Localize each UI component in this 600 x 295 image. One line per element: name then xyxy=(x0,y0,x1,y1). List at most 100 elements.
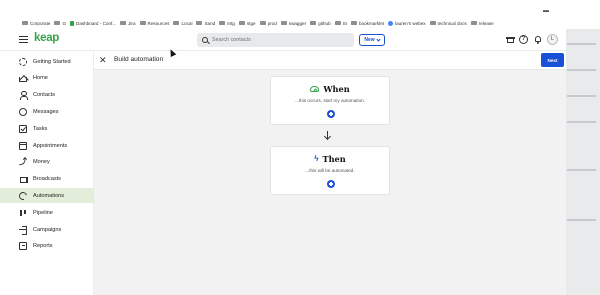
bookmark-label: stge xyxy=(246,20,256,26)
lightning-icon: ϟ xyxy=(314,154,319,163)
money-icon: ⤴ xyxy=(19,157,27,167)
bookmark-item[interactable]: lauren's webex xyxy=(388,20,426,26)
sidebar-item-label: Broadcasts xyxy=(33,176,61,183)
sidebar-item-label: Automations xyxy=(33,192,65,199)
sidebar-item-pipeline[interactable]: Pipeline xyxy=(0,205,94,220)
sidebar-item-reports[interactable]: Reports xyxy=(0,239,94,254)
chevron-down-icon xyxy=(376,36,381,42)
folder-icon xyxy=(54,20,61,26)
sidebar-item-automations[interactable]: Automations xyxy=(0,188,94,204)
sidebar-item-label: Home xyxy=(33,75,48,82)
add-action-button[interactable] xyxy=(327,180,335,188)
sun-icon xyxy=(19,57,27,66)
then-subtitle: ...this will be automated. xyxy=(305,168,355,173)
search-bar[interactable] xyxy=(197,33,354,47)
keap-favicon xyxy=(70,20,75,26)
bookmark-item[interactable]: release xyxy=(470,20,494,26)
sidebar-item-messages[interactable]: Messages xyxy=(0,104,94,119)
sidebar-item-appointments[interactable]: Appointments xyxy=(0,138,94,153)
home-icon xyxy=(19,77,27,83)
folder-icon xyxy=(429,20,436,26)
bookmark-item[interactable]: technical docs xyxy=(429,20,467,26)
bookmark-item[interactable]: Resources xyxy=(139,20,169,26)
bookmark-label: Dashboard - Conf... xyxy=(76,20,117,26)
person-icon xyxy=(19,91,29,101)
bookmark-label: G xyxy=(62,20,67,26)
bookmark-item[interactable]: swagger xyxy=(280,20,307,26)
sidebar-item-contacts[interactable]: Contacts xyxy=(0,88,94,103)
bookmark-item[interactable]: Sand xyxy=(196,21,215,26)
when-trigger-card[interactable]: When ...this occurs, start my automation… xyxy=(270,76,390,125)
bookmark-item[interactable]: Intg xyxy=(219,21,235,26)
folder-icon xyxy=(219,20,226,26)
folder-icon xyxy=(259,20,266,26)
keap-logo[interactable]: keap xyxy=(34,32,59,44)
sidebar-item-label: Money xyxy=(33,159,50,166)
gift-icon[interactable] xyxy=(506,35,515,44)
new-button[interactable]: New xyxy=(359,34,385,46)
folder-icon xyxy=(196,20,203,26)
sidebar-item-home[interactable]: Home xyxy=(0,71,94,86)
bookmark-label: Jira xyxy=(128,20,136,26)
automation-icon xyxy=(17,190,29,202)
bookmark-item[interactable]: Local xyxy=(173,21,192,26)
bookmark-item[interactable]: github xyxy=(310,21,331,26)
folder-icon xyxy=(139,20,146,26)
sidebar-item-broadcasts[interactable]: Broadcasts xyxy=(0,172,94,187)
bookmark-item[interactable]: prod xyxy=(259,20,277,26)
then-title: Then xyxy=(322,154,346,164)
avatar[interactable]: L xyxy=(547,34,558,45)
bookmark-label: github xyxy=(318,20,331,26)
browser-menu-icon[interactable]: ▬ xyxy=(543,8,549,14)
bookmark-item[interactable]: Dashboard - Conf... xyxy=(70,20,117,26)
adjacent-window-strip xyxy=(566,29,600,295)
folder-icon xyxy=(22,20,28,26)
sidebar-item-campaigns[interactable]: Campaigns xyxy=(0,222,94,237)
hamburger-menu-icon[interactable] xyxy=(19,36,28,44)
folder-icon xyxy=(334,20,341,26)
search-icon xyxy=(202,37,208,43)
app-header: keap New ? L xyxy=(0,29,566,51)
pipeline-icon xyxy=(19,209,27,217)
sidebar-item-getting-started[interactable]: Getting Started xyxy=(0,54,94,69)
bookmark-item[interactable]: bookmarklet xyxy=(351,21,384,26)
builder-toolbar: ✕ Build automation Next xyxy=(94,51,566,70)
bookmark-label: swagger xyxy=(288,20,307,26)
sidebar: Getting Started Home Contacts Messages Tasks… xyxy=(0,51,94,295)
checkbox-icon xyxy=(19,124,27,133)
next-button[interactable]: Next xyxy=(541,53,564,67)
bookmark-item[interactable]: Jira xyxy=(120,20,136,26)
bookmark-item[interactable]: G xyxy=(54,21,66,26)
sidebar-item-label: Pipeline xyxy=(33,209,53,216)
bookmarks-bar: Corporate G Dashboard - Conf... Jira Resourc… xyxy=(0,17,566,29)
automation-builder: ✕ Build automation Next When ...this occ… xyxy=(94,51,566,295)
bookmark-item[interactable]: SI xyxy=(334,20,347,26)
bookmark-label: bookmarklet xyxy=(359,20,385,26)
close-icon[interactable]: ✕ xyxy=(99,55,107,65)
search-input[interactable] xyxy=(212,37,332,43)
bookmark-label: Sand xyxy=(204,20,216,26)
bookmark-label: release xyxy=(478,20,494,26)
sidebar-item-tasks[interactable]: Tasks xyxy=(0,121,94,136)
when-subtitle: ...this occurs, start my automation. xyxy=(295,98,365,103)
bookmark-label: technical docs xyxy=(437,20,467,26)
arrow-down-icon xyxy=(327,131,328,139)
report-icon xyxy=(19,242,27,251)
when-title: When xyxy=(323,84,350,94)
folder-icon xyxy=(310,20,317,26)
bookmark-item[interactable]: Corporate xyxy=(22,21,50,26)
help-icon[interactable]: ? xyxy=(519,35,528,44)
sidebar-item-label: Reports xyxy=(33,243,53,250)
add-trigger-button[interactable] xyxy=(327,110,335,118)
sidebar-item-label: Messages xyxy=(33,108,59,115)
sidebar-item-money[interactable]: ⤴ Money xyxy=(0,155,94,170)
folder-icon xyxy=(173,20,180,26)
globe-icon xyxy=(388,20,394,26)
then-action-card[interactable]: ϟ Then ...this will be automated. xyxy=(270,146,390,195)
sidebar-item-label: Contacts xyxy=(33,92,56,99)
folder-icon xyxy=(238,20,245,26)
bookmark-label: prod xyxy=(267,20,277,26)
bell-icon[interactable] xyxy=(533,35,542,44)
bookmark-item[interactable]: stge xyxy=(238,20,256,26)
folder-icon xyxy=(351,20,358,26)
